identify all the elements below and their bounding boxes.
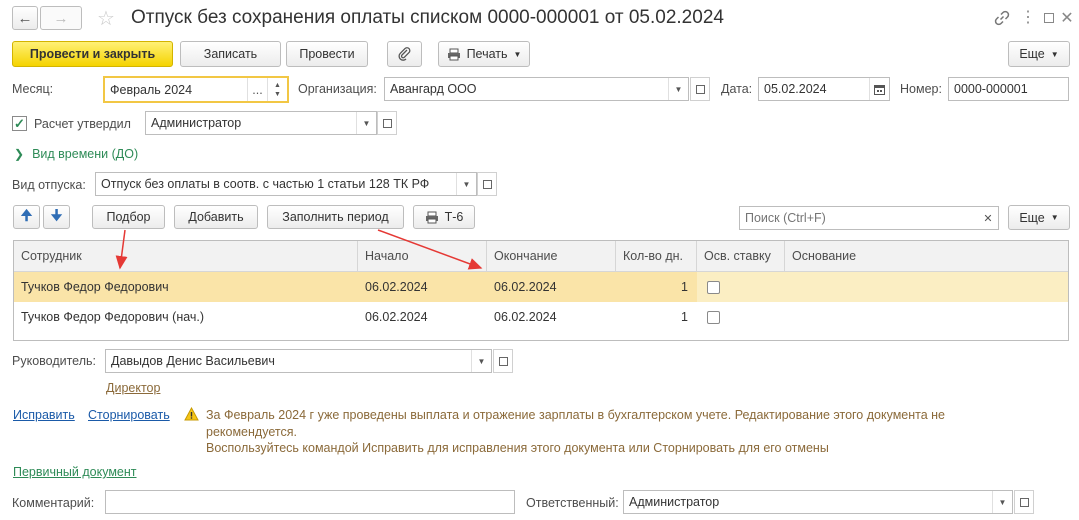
manager-open-button[interactable] <box>493 349 513 373</box>
warning-icon <box>184 406 199 424</box>
responsible-label: Ответственный: <box>526 496 619 510</box>
manager-field[interactable]: Давыдов Денис Васильевич ▼ <box>105 349 492 373</box>
annotation-arrow <box>377 229 483 270</box>
comment-field[interactable] <box>105 490 515 514</box>
chevron-down-icon[interactable]: ▼ <box>471 350 491 372</box>
primary-document-link[interactable]: Первичный документ <box>13 465 137 479</box>
warning-line: За Февраль 2024 г уже проведены выплата … <box>206 408 946 422</box>
manager-label: Руководитель: <box>12 354 97 368</box>
warning-line: Воспользуйтесь командой Исправить для ис… <box>206 441 829 455</box>
manager-position-link[interactable]: Директор <box>106 381 160 395</box>
warning-line: рекомендуется. <box>206 424 297 439</box>
open-icon <box>1019 497 1029 507</box>
annotation-arrow <box>115 229 128 270</box>
warning-text: За Февраль 2024 г уже проведены выплата … <box>206 407 945 457</box>
manager-value: Давыдов Денис Васильевич <box>111 354 275 368</box>
chevron-down-icon[interactable]: ▼ <box>992 491 1012 513</box>
responsible-value: Администратор <box>629 495 720 509</box>
comment-label: Комментарий: <box>12 496 95 510</box>
fix-link[interactable]: Исправить <box>13 408 75 422</box>
open-icon <box>498 356 508 366</box>
responsible-open-button[interactable] <box>1014 490 1034 514</box>
responsible-field[interactable]: Администратор ▼ <box>623 490 1013 514</box>
reverse-link[interactable]: Сторнировать <box>88 408 170 422</box>
